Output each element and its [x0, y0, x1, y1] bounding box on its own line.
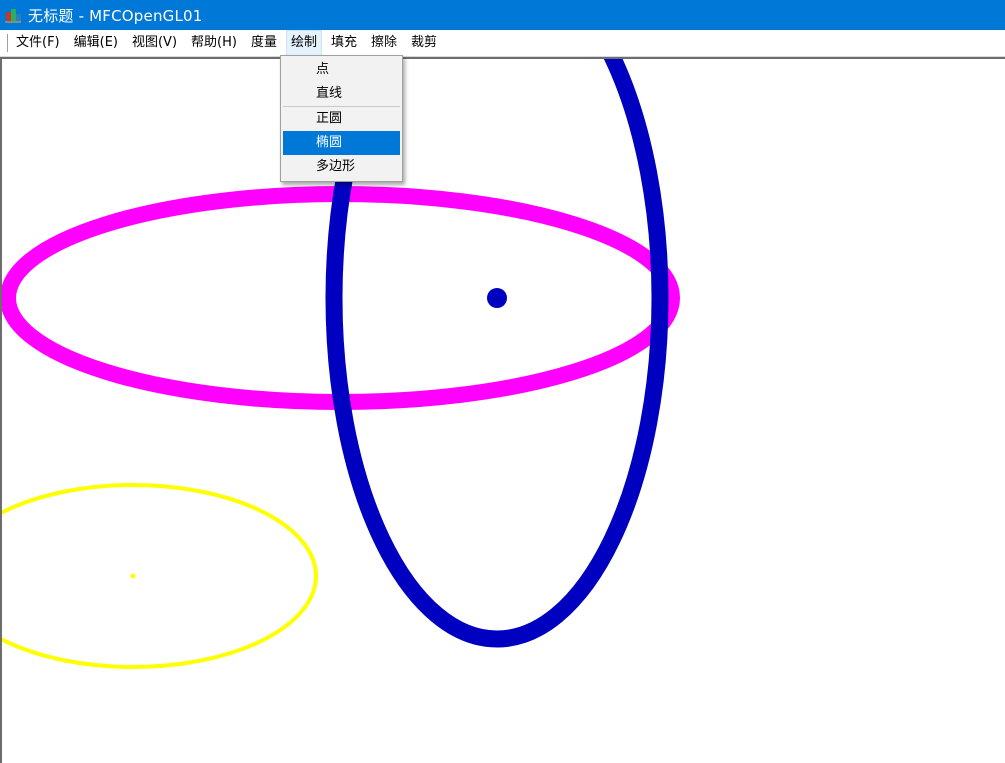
draw-polygon-item[interactable]: 多边形: [283, 155, 400, 179]
menu-erase[interactable]: 擦除: [366, 30, 402, 56]
menu-edit[interactable]: 编辑(E): [69, 30, 123, 56]
menu-help[interactable]: 帮助(H): [186, 30, 242, 56]
draw-point-item[interactable]: 点: [283, 58, 400, 82]
menu-draw[interactable]: 绘制: [285, 30, 322, 56]
menu-fill[interactable]: 填充: [326, 30, 362, 56]
menu-file[interactable]: 文件(F): [11, 30, 65, 56]
yellow-ellipse: [2, 483, 318, 669]
yellow-center-point: [130, 573, 136, 579]
blue-center-point: [487, 288, 507, 308]
app-window: 无标题 - MFCOpenGL01 文件(F) 编辑(E) 视图(V) 帮助(H…: [0, 0, 1005, 763]
window-title: 无标题 - MFCOpenGL01: [28, 6, 203, 25]
draw-ellipse-item[interactable]: 椭圆: [283, 131, 400, 155]
canvas-svg: [2, 59, 680, 669]
menu-clip[interactable]: 裁剪: [406, 30, 442, 56]
draw-line-item[interactable]: 直线: [283, 82, 400, 106]
draw-dropdown-menu: 点 直线 正圆 椭圆 多边形: [280, 55, 403, 182]
menubar-grip: [7, 34, 8, 52]
menu-view[interactable]: 视图(V): [127, 30, 182, 56]
title-bar[interactable]: 无标题 - MFCOpenGL01: [0, 0, 1005, 30]
draw-circle-item[interactable]: 正圆: [283, 107, 400, 131]
app-icon[interactable]: [4, 6, 22, 24]
drawing-canvas[interactable]: [0, 57, 1005, 763]
menu-measure[interactable]: 度量: [246, 30, 282, 56]
menu-bar: 文件(F) 编辑(E) 视图(V) 帮助(H) 度量 绘制 填充 擦除 裁剪: [0, 30, 1005, 57]
